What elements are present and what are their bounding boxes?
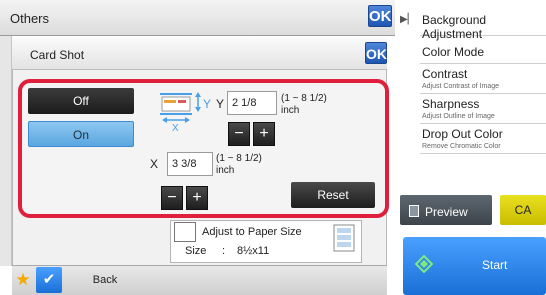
- preview-label: Preview: [425, 205, 468, 219]
- card-shot-title: Card Shot: [30, 48, 85, 62]
- x-unit: inch: [216, 165, 235, 176]
- size-colon: :: [222, 245, 226, 257]
- checkmark-icon[interactable]: ✔: [36, 267, 62, 293]
- menu-item-sublabel: Adjust Outline of Image: [422, 113, 495, 120]
- y-unit: inch: [281, 105, 300, 116]
- size-label: Size: [185, 245, 207, 257]
- menu-item-background-adjustment[interactable]: Background Adjustment: [420, 6, 546, 41]
- y-arrow-label: Y: [203, 97, 212, 111]
- x-value-field[interactable]: 3 3/8: [167, 152, 213, 176]
- y-value-field[interactable]: 2 1/8: [227, 91, 277, 115]
- menu-item-color-mode[interactable]: Color Mode: [420, 42, 546, 64]
- others-title: Others: [10, 11, 50, 26]
- menu-item-label: Drop Out Color: [422, 127, 503, 141]
- x-range: (1 ~ 8 1/2): [216, 153, 262, 164]
- x-plus-button[interactable]: +: [186, 186, 208, 210]
- menu-arrow-icon[interactable]: ▶▏: [400, 14, 415, 28]
- back-button[interactable]: Back: [82, 268, 128, 292]
- reset-button[interactable]: Reset: [291, 182, 375, 208]
- card-scan-icon: [160, 92, 201, 123]
- paper-size-icon: [333, 224, 355, 252]
- y-minus-button[interactable]: −: [228, 122, 250, 146]
- on-button[interactable]: On: [28, 121, 134, 147]
- others-ok-button[interactable]: OK: [368, 5, 392, 27]
- adjust-to-paper-label: Adjust to Paper Size: [202, 226, 302, 238]
- start-label: Start: [482, 258, 508, 272]
- left-panel-edge: [0, 36, 12, 266]
- menu-item-sublabel: Adjust Contrast of Image: [422, 83, 500, 90]
- menu-item-label: Sharpness: [422, 97, 480, 111]
- menu-item-contrast[interactable]: Contrast Adjust Contrast of Image: [420, 66, 546, 94]
- clear-all-button[interactable]: CA: [500, 195, 546, 225]
- y-range: (1 ~ 8 1/2): [281, 93, 327, 104]
- off-button[interactable]: Off: [28, 88, 134, 114]
- preview-document-icon: [409, 205, 419, 217]
- x-axis-label: X: [150, 157, 159, 171]
- menu-item-label: Background Adjustment: [422, 13, 487, 41]
- menu-item-label: Color Mode: [422, 45, 485, 59]
- card-shot-ok-button[interactable]: OK: [365, 42, 387, 64]
- menu-item-sharpness[interactable]: Sharpness Adjust Outline of Image: [420, 96, 546, 124]
- start-diamond-icon: [415, 255, 433, 273]
- size-value: 8½x11: [237, 245, 270, 257]
- bottom-bar: [12, 265, 387, 295]
- menu-item-label: Contrast: [422, 67, 468, 81]
- star-icon[interactable]: ★: [12, 268, 34, 292]
- others-header: [0, 0, 395, 36]
- x-minus-button[interactable]: −: [161, 186, 183, 210]
- y-axis-label: Y: [216, 97, 225, 111]
- y-plus-button[interactable]: +: [253, 122, 275, 146]
- menu-item-drop-out-color[interactable]: Drop Out Color Remove Chromatic Color: [420, 126, 546, 154]
- menu-item-sublabel: Remove Chromatic Color: [422, 143, 501, 150]
- adjust-to-paper-checkbox[interactable]: [174, 222, 196, 242]
- x-arrow-label: X: [172, 123, 179, 134]
